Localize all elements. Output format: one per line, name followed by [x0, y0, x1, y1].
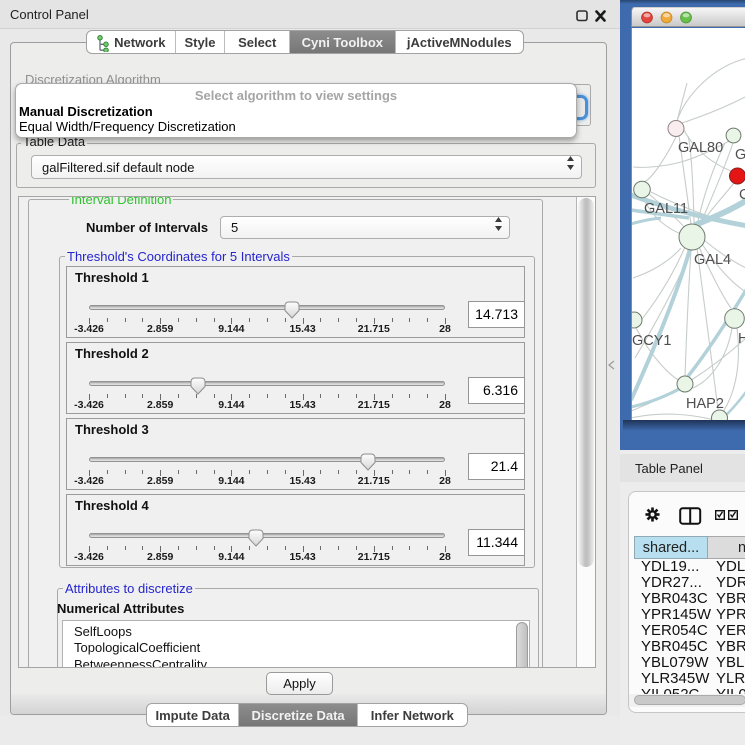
svg-text:GCY1: GCY1: [632, 333, 672, 349]
svg-text:G.: G.: [735, 147, 745, 163]
svg-text:H: H: [738, 331, 745, 347]
svg-text:C: C: [739, 187, 745, 203]
svg-text:GAL80: GAL80: [678, 140, 723, 156]
svg-text:HAP2: HAP2: [686, 396, 724, 412]
svg-text:GAL4: GAL4: [694, 252, 731, 268]
svg-text:GAL11: GAL11: [644, 201, 688, 217]
